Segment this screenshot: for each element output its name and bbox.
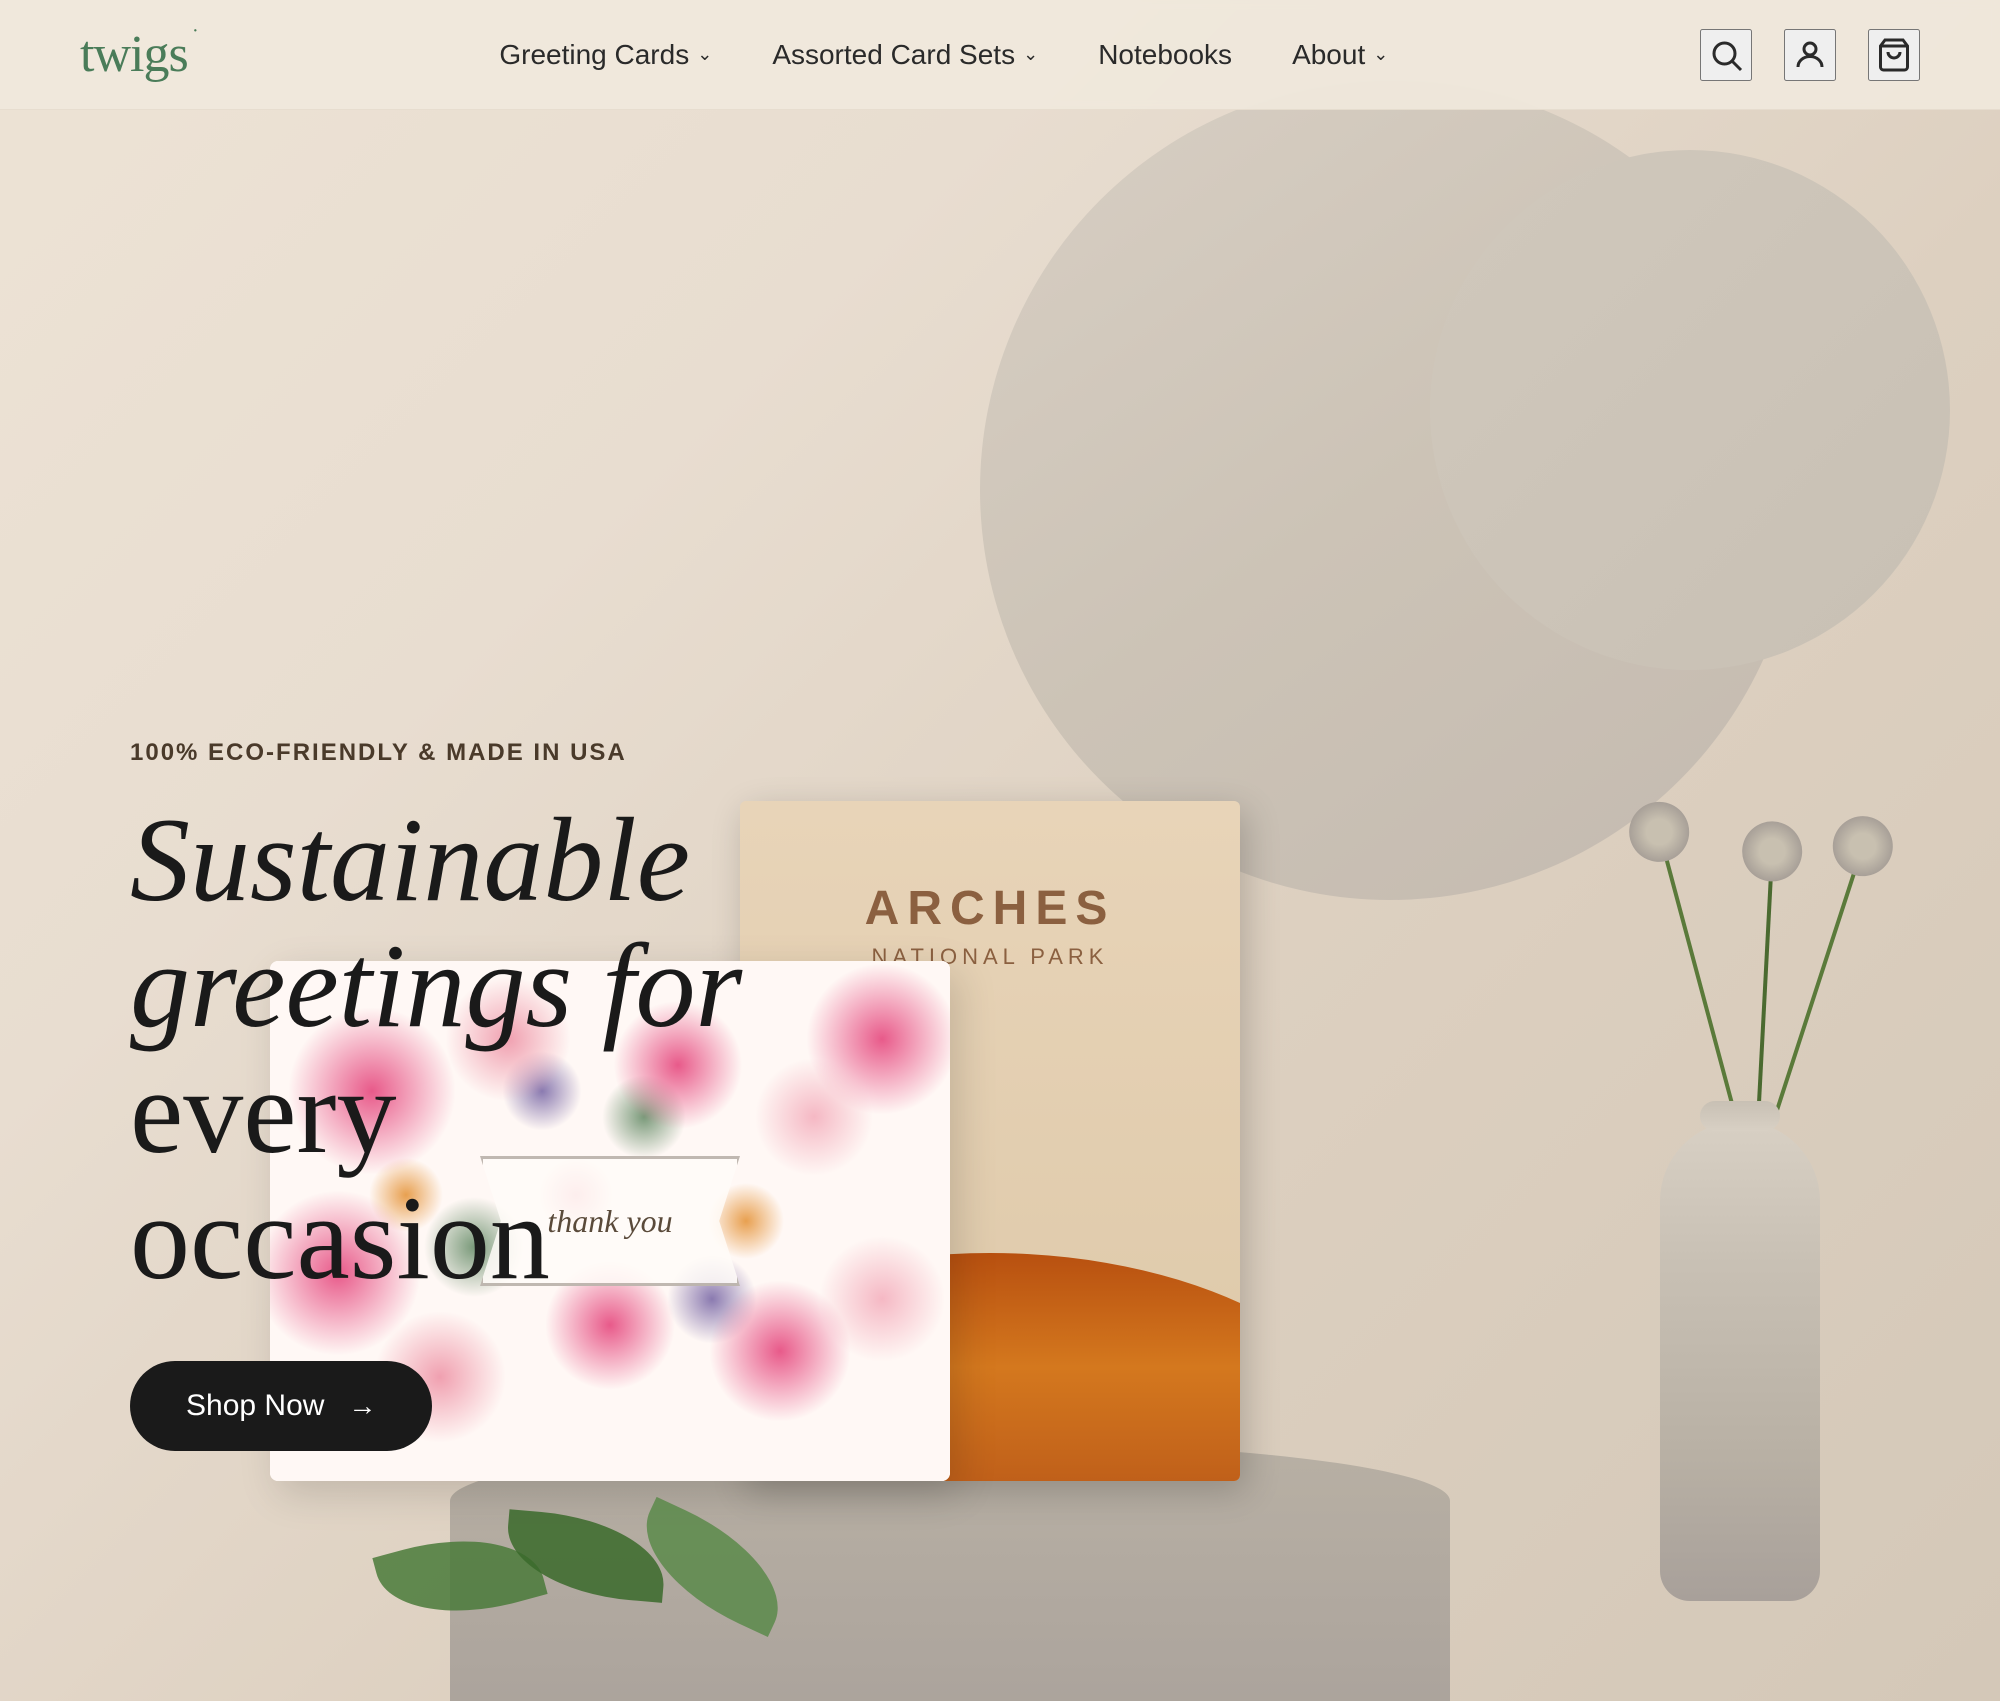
account-button[interactable] [1784,29,1836,81]
hero-headline: Sustainable greetings for every occasion [130,797,830,1301]
shop-now-label: Shop Now [186,1389,324,1423]
chevron-down-icon: ⌄ [697,44,712,65]
cart-button[interactable] [1868,29,1920,81]
site-logo[interactable]: twigs [80,29,188,81]
flower-stem-1 [1657,831,1744,1141]
main-nav: Greeting Cards ⌄ Assorted Card Sets ⌄ No… [499,39,1388,71]
chevron-down-icon: ⌄ [1373,44,1388,65]
headline-line1: Sustainable [130,793,690,926]
chevron-down-icon: ⌄ [1023,44,1038,65]
hero-section: thank you ARCHES NATIONAL PARK [0,0,2000,1701]
site-header: twigs Greeting Cards ⌄ Assorted Card Set… [0,0,2000,110]
flower-head-2 [1741,820,1804,883]
search-button[interactable] [1700,29,1752,81]
flower-stem-2 [1755,851,1774,1141]
eco-badge: 100% ECO-FRIENDLY & MADE IN USA [130,739,830,767]
cart-icon [1876,37,1912,73]
hero-content: 100% ECO-FRIENDLY & MADE IN USA Sustaina… [130,739,830,1451]
search-icon [1708,37,1744,73]
nav-notebooks[interactable]: Notebooks [1098,39,1232,71]
headline-line3: every occasion [130,1045,550,1304]
nav-greeting-cards[interactable]: Greeting Cards ⌄ [499,39,712,71]
headline-line2: greetings for [130,919,742,1052]
nav-about[interactable]: About ⌄ [1292,39,1388,71]
flower-stem-3 [1765,846,1865,1142]
user-icon [1792,37,1828,73]
nav-assorted-card-sets[interactable]: Assorted Card Sets ⌄ [772,39,1038,71]
vase-body [1660,1121,1820,1601]
vase-with-flowers [1600,981,1880,1601]
bg-circle-back [1430,150,1950,670]
shop-now-button[interactable]: Shop Now → [130,1361,432,1451]
header-icons [1700,29,1920,81]
notebook-title-text: ARCHES [865,881,1116,936]
leaves-decoration [400,1536,768,1621]
arrow-right-icon: → [348,1390,376,1422]
flower-head-3 [1825,808,1901,884]
